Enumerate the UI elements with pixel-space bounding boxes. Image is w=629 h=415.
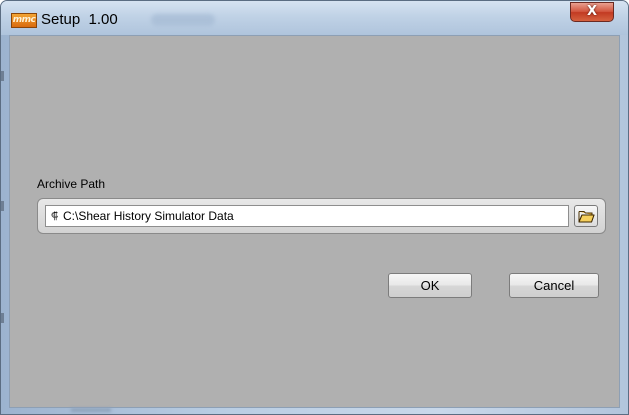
taskbar-obscured-region (71, 408, 111, 412)
archive-path-label: Archive Path (37, 177, 106, 191)
path-type-icon[interactable]: ⸿ (51, 210, 60, 223)
folder-open-icon (578, 211, 595, 223)
close-icon: X (586, 4, 598, 19)
archive-path-control: ⸿ C:\Shear History Simulator Data (37, 198, 606, 234)
archive-path-input[interactable]: ⸿ C:\Shear History Simulator Data (45, 205, 569, 227)
title-bar[interactable]: mmc Setup 1.00 X (1, 1, 628, 35)
title-bar-obscured-text (151, 14, 215, 26)
left-edge-marker (1, 201, 4, 211)
archive-path-value: C:\Shear History Simulator Data (63, 209, 234, 223)
window-title: Setup 1.00 (41, 11, 118, 28)
ok-button[interactable]: OK (388, 273, 472, 298)
app-logo-icon[interactable]: mmc (11, 13, 37, 28)
left-edge-marker (1, 313, 4, 323)
cancel-button[interactable]: Cancel (509, 273, 599, 298)
setup-window: mmc Setup 1.00 X Archive Path ⸿ C:\Shear… (0, 0, 629, 415)
dialog-panel: Archive Path ⸿ C:\Shear History Simulato… (9, 35, 620, 408)
left-edge-marker (1, 71, 4, 81)
close-button[interactable]: X (570, 2, 614, 22)
browse-button[interactable] (574, 205, 598, 227)
